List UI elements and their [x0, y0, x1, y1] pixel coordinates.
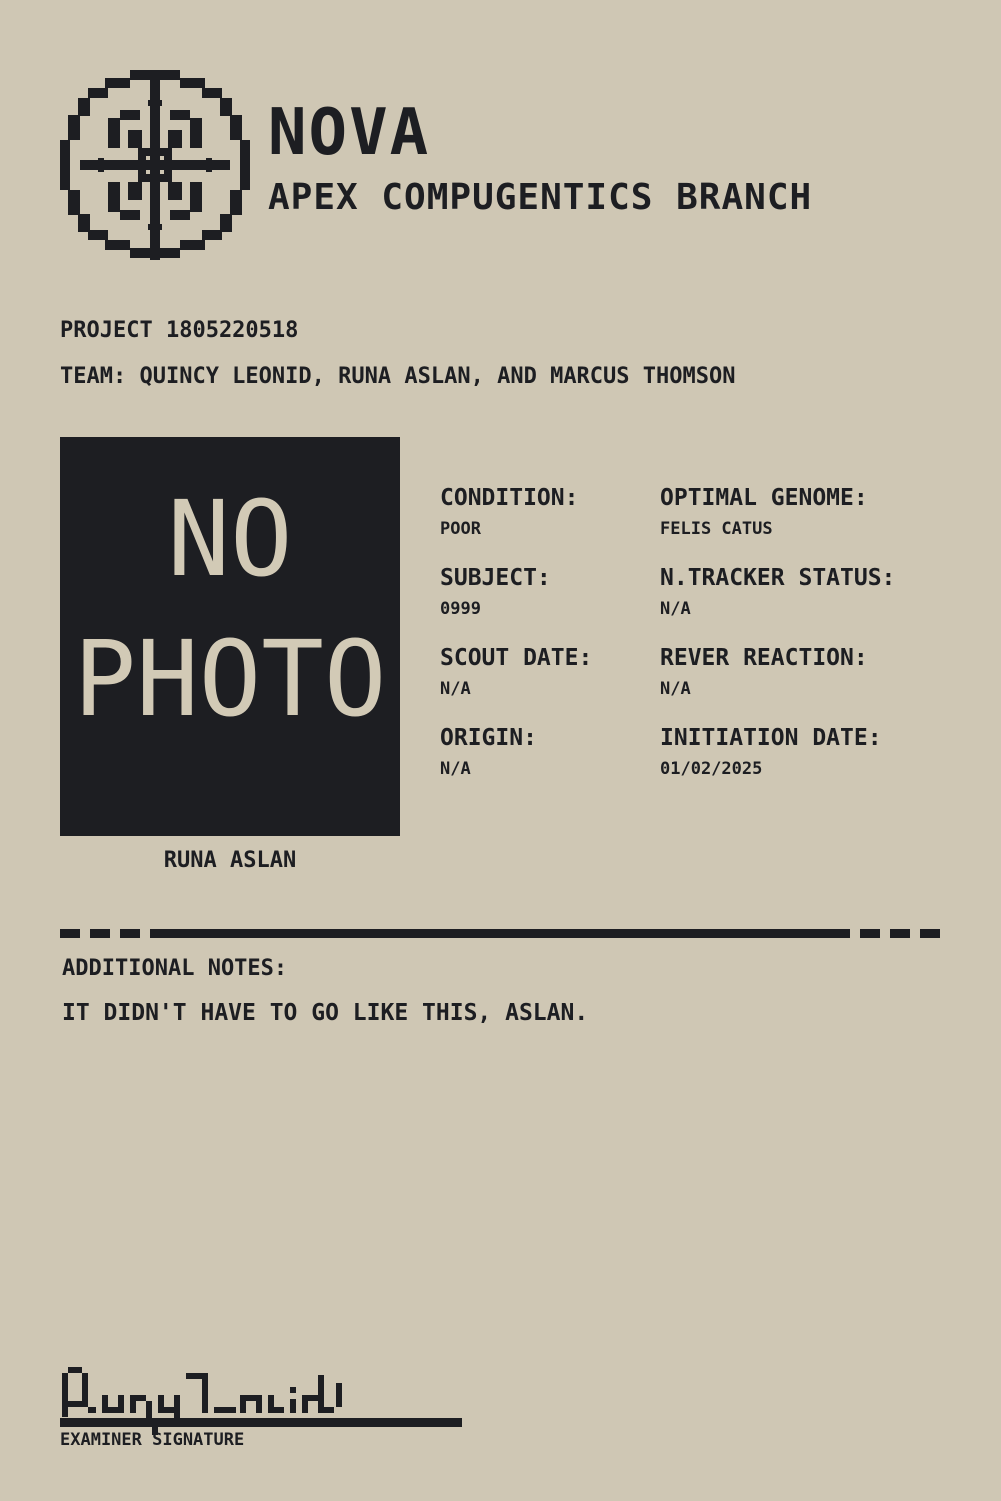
notes-label: ADDITIONAL NOTES: [62, 956, 288, 981]
field-value-origin: N/A [440, 759, 471, 779]
field-label-initiation-date: INITIATION DATE: [660, 725, 882, 751]
field-value-subject: 0999 [440, 599, 481, 619]
brand-title: NOVA [268, 96, 431, 170]
compass-crosshair-icon [60, 70, 250, 260]
photo-caption: RUNA ASLAN [163, 848, 297, 873]
field-value-condition: POOR [440, 519, 481, 539]
signature-caption: EXAMINER SIGNATURE [60, 1430, 245, 1450]
field-label-origin: ORIGIN: [440, 725, 537, 751]
field-value-initiation-date: 01/02/2025 [660, 759, 763, 779]
photo-placeholder-line1: NO [167, 478, 293, 600]
field-label-condition: CONDITION: [440, 485, 579, 511]
dossier-page: NOVA APEX COMPUGENTICS BRANCH PROJECT 18… [0, 0, 1001, 1501]
section-divider [60, 929, 940, 938]
field-value-scout-date: N/A [440, 679, 471, 699]
field-label-scout-date: SCOUT DATE: [440, 645, 593, 671]
photo-placeholder-line2: PHOTO [73, 618, 387, 740]
field-value-rever-reaction: N/A [660, 679, 691, 699]
photo-placeholder: NO PHOTO [60, 437, 400, 836]
project-number: PROJECT 1805220518 [60, 318, 299, 343]
examiner-signature [60, 1367, 462, 1435]
brand-subtitle: APEX COMPUGENTICS BRANCH [268, 177, 813, 218]
team-members: TEAM: QUINCY LEONID, RUNA ASLAN, AND MAR… [60, 364, 736, 389]
notes-text: IT DIDN'T HAVE TO GO LIKE THIS, ASLAN. [62, 1000, 589, 1026]
field-value-optimal-genome: FELIS CATUS [660, 519, 773, 539]
field-label-rever-reaction: REVER REACTION: [660, 645, 868, 671]
field-label-tracker-status: N.TRACKER STATUS: [660, 565, 896, 591]
field-label-subject: SUBJECT: [440, 565, 551, 591]
field-value-tracker-status: N/A [660, 599, 691, 619]
field-label-optimal-genome: OPTIMAL GENOME: [660, 485, 868, 511]
